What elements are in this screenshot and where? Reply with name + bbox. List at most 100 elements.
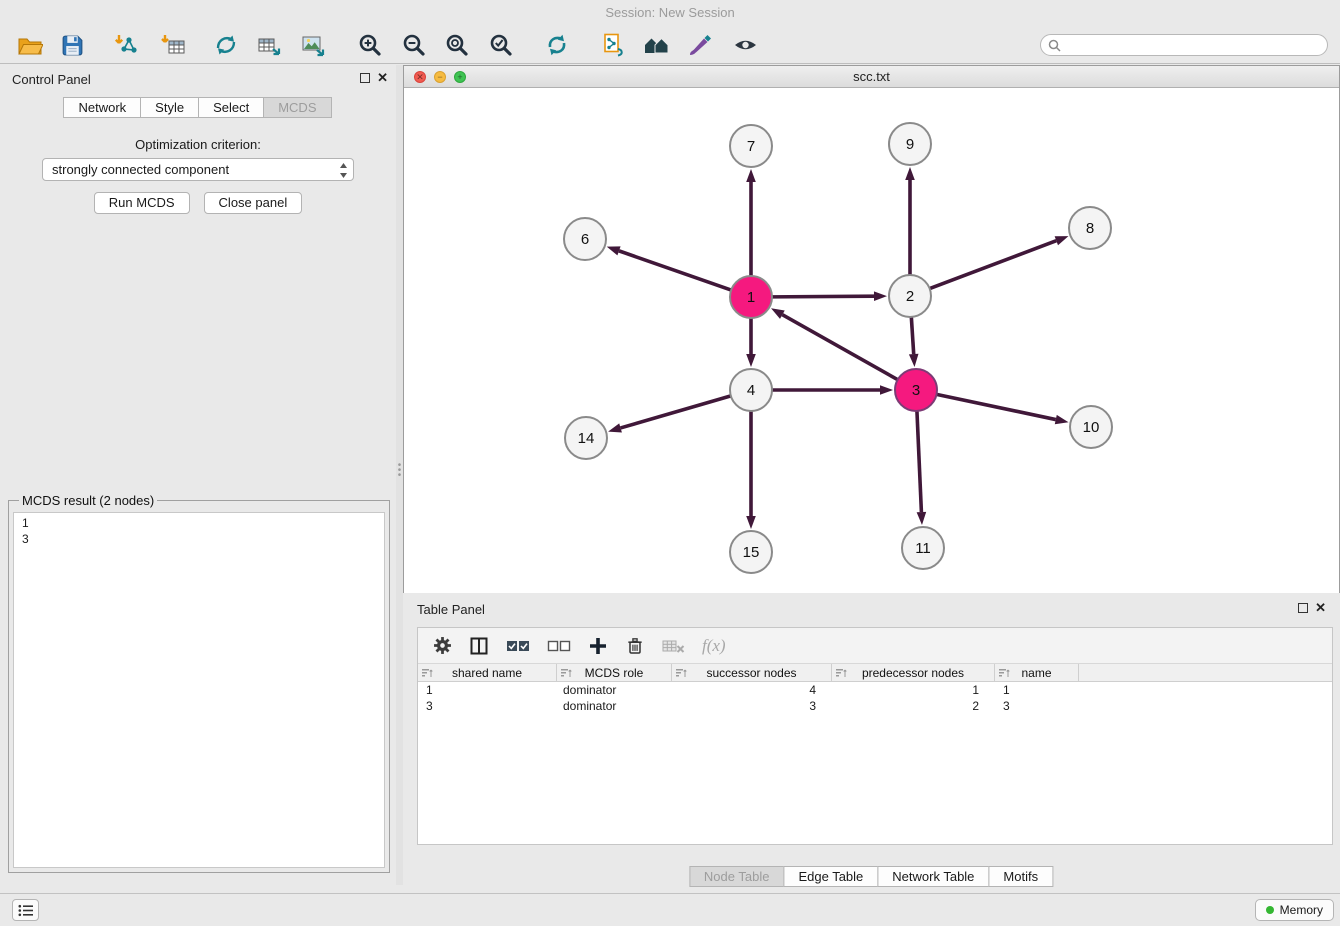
graph-edge-arrow: [874, 291, 887, 301]
graph-edge-3-1[interactable]: [782, 315, 897, 380]
tab-style[interactable]: Style: [140, 97, 199, 118]
tab-node-table[interactable]: Node Table: [689, 866, 785, 887]
table-row[interactable]: 3dominator323: [418, 698, 1332, 714]
close-panel-button[interactable]: Close panel: [204, 192, 303, 214]
table-toolbar: f(x): [418, 628, 1332, 664]
float-table-panel-icon[interactable]: [1298, 603, 1308, 613]
zoom-out-button[interactable]: [392, 29, 436, 61]
window-zoom-icon[interactable]: +: [454, 71, 466, 83]
zoom-in-button[interactable]: [348, 29, 392, 61]
import-network-button[interactable]: [103, 29, 147, 61]
graph-node-label: 1: [747, 289, 755, 306]
first-neighbors-button[interactable]: [634, 29, 678, 61]
graph-node-label: 3: [912, 382, 920, 399]
mcds-result-line: 1: [22, 515, 376, 531]
open-session-button[interactable]: [8, 29, 52, 61]
graph-edge-4-14[interactable]: [621, 396, 731, 428]
column-header-2[interactable]: successor nodes: [672, 664, 832, 681]
tab-edge-table[interactable]: Edge Table: [783, 866, 878, 887]
table-cell: 3: [672, 698, 832, 714]
close-panel-icon[interactable]: ✕: [377, 72, 388, 84]
column-header-4[interactable]: name: [995, 664, 1079, 681]
function-builder-button[interactable]: f(x): [702, 636, 726, 656]
zoom-selected-icon: [489, 33, 513, 57]
column-header-label: predecessor nodes: [862, 666, 964, 680]
plus-icon: [588, 636, 608, 656]
column-header-1[interactable]: MCDS role: [557, 664, 672, 681]
table-panel-title: Table Panel: [417, 602, 485, 617]
graph-edge-3-11[interactable]: [917, 411, 921, 512]
graph-node-label: 10: [1083, 419, 1100, 436]
column-header-label: successor nodes: [706, 666, 796, 680]
deselect-all-button[interactable]: [547, 639, 571, 653]
save-session-button[interactable]: [50, 29, 94, 61]
zoom-fit-button[interactable]: [435, 29, 479, 61]
graph-edge-1-6[interactable]: [619, 251, 731, 290]
trash-icon: [625, 635, 645, 656]
network-canvas[interactable]: 7968124314101511: [404, 88, 1339, 593]
zoom-selected-button[interactable]: [479, 29, 523, 61]
task-history-button[interactable]: [12, 899, 39, 921]
apply-style-button[interactable]: [678, 29, 722, 61]
vertical-splitter[interactable]: •••: [396, 65, 403, 885]
search-icon: [1048, 39, 1061, 52]
optimization-criterion-label: Optimization criterion:: [0, 137, 396, 152]
list-icon: [18, 904, 34, 917]
close-table-panel-icon[interactable]: ✕: [1315, 602, 1326, 614]
memory-button-label: Memory: [1280, 903, 1323, 917]
memory-button[interactable]: Memory: [1255, 899, 1334, 921]
table-row[interactable]: 1dominator411: [418, 682, 1332, 698]
mcds-result-group: MCDS result (2 nodes) 1 3: [8, 493, 390, 873]
add-row-button[interactable]: [588, 636, 608, 656]
graph-edge-3-10[interactable]: [937, 394, 1056, 419]
control-panel: Control Panel ✕ Network Style Select MCD…: [0, 65, 396, 885]
table-settings-button[interactable]: [432, 636, 452, 655]
refresh-view-button[interactable]: [535, 29, 579, 61]
column-sort-icon: [836, 668, 847, 678]
column-header-0[interactable]: shared name: [418, 664, 557, 681]
graph-edge-arrow: [608, 423, 622, 432]
search-field[interactable]: [1040, 34, 1328, 56]
mcds-result-title: MCDS result (2 nodes): [19, 493, 157, 508]
search-input[interactable]: [1066, 38, 1306, 52]
select-all-button[interactable]: [506, 639, 530, 653]
top-bar: Session: New Session: [0, 0, 1340, 64]
show-column-button[interactable]: [469, 636, 489, 656]
delete-row-button[interactable]: [625, 635, 645, 656]
import-table-button[interactable]: [151, 29, 195, 61]
graph-edge-arrow: [917, 512, 927, 525]
tab-motifs[interactable]: Motifs: [988, 866, 1053, 887]
graph-edge-2-8[interactable]: [930, 241, 1057, 289]
graph-edge-2-3[interactable]: [911, 317, 913, 354]
show-hide-button[interactable]: [723, 29, 767, 61]
column-header-3[interactable]: predecessor nodes: [832, 664, 995, 681]
table-panel-tabs: Node Table Edge Table Network Table Moti…: [690, 866, 1053, 887]
tab-network-table[interactable]: Network Table: [877, 866, 989, 887]
new-network-button[interactable]: [204, 29, 248, 61]
delete-column-button[interactable]: [662, 638, 685, 654]
copy-view-button[interactable]: [591, 29, 635, 61]
columns-icon: [469, 636, 489, 656]
window-minimize-icon[interactable]: −: [434, 71, 446, 83]
zoom-in-icon: [358, 33, 382, 57]
graph-node-label: 15: [743, 544, 760, 561]
export-table-button[interactable]: [247, 29, 291, 61]
column-sort-icon: [422, 668, 433, 678]
gear-icon: [433, 636, 452, 655]
column-header-label: name: [1021, 666, 1051, 680]
graph-edge-1-2[interactable]: [772, 296, 874, 297]
run-mcds-button[interactable]: Run MCDS: [94, 192, 190, 214]
tab-network[interactable]: Network: [63, 97, 141, 118]
network-view-window: ✕ − + scc.txt 7968124314101511: [403, 65, 1340, 593]
criterion-dropdown[interactable]: strongly connected component: [42, 158, 354, 181]
graph-edge-arrow: [771, 308, 785, 319]
tab-select[interactable]: Select: [198, 97, 264, 118]
mcds-result-box[interactable]: 1 3: [13, 512, 385, 868]
tab-mcds[interactable]: MCDS: [263, 97, 331, 118]
export-image-button[interactable]: [291, 29, 335, 61]
float-panel-icon[interactable]: [360, 73, 370, 83]
mcds-result-line: 3: [22, 531, 376, 547]
window-close-icon[interactable]: ✕: [414, 71, 426, 83]
network-window-titlebar[interactable]: ✕ − + scc.txt: [404, 66, 1339, 88]
graph-node-label: 2: [906, 288, 914, 305]
